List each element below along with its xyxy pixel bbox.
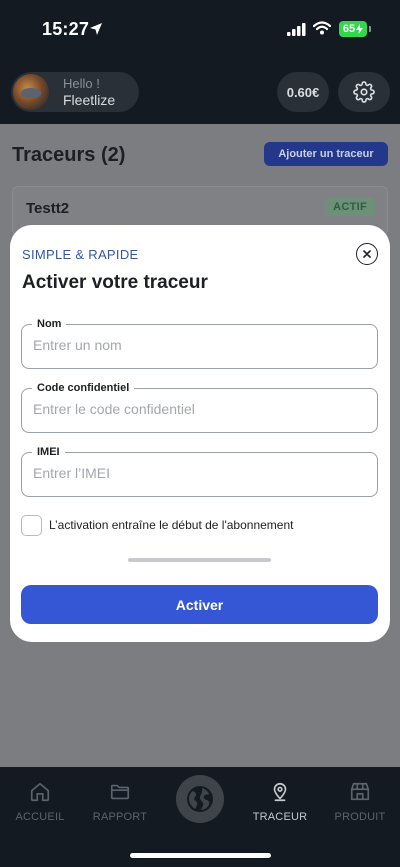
activate-button[interactable]: Activer <box>21 585 378 624</box>
tab-produit[interactable]: PRODUIT <box>320 781 400 823</box>
battery-level: 65 <box>342 23 356 35</box>
add-tracker-button[interactable]: Ajouter un traceur <box>264 142 388 166</box>
home-icon <box>30 782 50 802</box>
imei-field-label: IMEI <box>32 445 65 459</box>
tab-accueil[interactable]: ACCUEIL <box>0 781 80 823</box>
avatar <box>13 74 49 110</box>
tracker-name: Testt2 <box>26 200 70 217</box>
location-arrow-icon <box>90 23 102 35</box>
status-bar: 15:27 65 <box>0 0 400 60</box>
tab-label: ACCUEIL <box>15 811 65 823</box>
location-pin-icon <box>273 782 287 802</box>
balance-value: 0.60€ <box>286 84 320 100</box>
pin-code-field: Code confidentiel <box>21 381 378 433</box>
name-field: Nom <box>21 317 378 369</box>
store-icon <box>350 782 370 801</box>
wifi-icon <box>313 21 331 35</box>
imei-field: IMEI <box>21 445 378 497</box>
activate-tracker-modal: SIMPLE & RAPIDE Activer votre traceur No… <box>10 225 390 642</box>
pin-code-field-label: Code confidentiel <box>32 381 135 395</box>
tab-traceur[interactable]: TRACEUR <box>240 781 320 823</box>
signal-icon <box>287 23 306 36</box>
tab-label: PRODUIT <box>334 811 386 823</box>
folder-icon <box>110 784 130 800</box>
settings-button[interactable] <box>338 72 390 112</box>
status-time: 15:27 <box>42 19 90 39</box>
tab-label: TRACEUR <box>252 811 308 823</box>
map-globe-button[interactable] <box>176 775 224 823</box>
greeting-text: Hello ! <box>63 76 100 91</box>
imei-input[interactable] <box>33 465 363 481</box>
app-header: Hello ! Fleetlize 0.60€ <box>0 60 400 124</box>
tab-rapport[interactable]: RAPPORT <box>80 781 160 823</box>
pin-code-input[interactable] <box>33 401 363 417</box>
subscription-consent-checkbox[interactable] <box>21 514 42 536</box>
tab-label: RAPPORT <box>92 811 148 823</box>
charging-bolt-icon <box>356 24 364 34</box>
name-input[interactable] <box>33 337 363 353</box>
battery-indicator: 65 <box>339 21 371 37</box>
subscription-consent-label: L’activation entraîne le début de l'abon… <box>49 518 294 532</box>
page-title: Traceurs (2) <box>12 144 126 166</box>
modal-eyebrow: SIMPLE & RAPIDE <box>22 247 139 262</box>
bottom-tab-bar: ACCUEIL RAPPORT TRACEUR PRODUIT <box>0 767 400 867</box>
gear-icon <box>353 81 375 103</box>
user-name: Fleetlize <box>63 92 116 108</box>
close-button[interactable] <box>356 243 378 265</box>
user-profile-pill[interactable]: Hello ! Fleetlize <box>11 72 139 112</box>
subscription-consent-row: L’activation entraîne le début de l'abon… <box>21 514 293 536</box>
divider <box>128 558 271 562</box>
status-badge: ACTIF <box>325 198 375 216</box>
balance-pill[interactable]: 0.60€ <box>277 72 329 112</box>
modal-title: Activer votre traceur <box>22 272 208 293</box>
name-field-label: Nom <box>32 317 67 331</box>
home-indicator <box>130 853 271 858</box>
globe-icon <box>187 786 213 812</box>
close-icon <box>363 250 371 258</box>
